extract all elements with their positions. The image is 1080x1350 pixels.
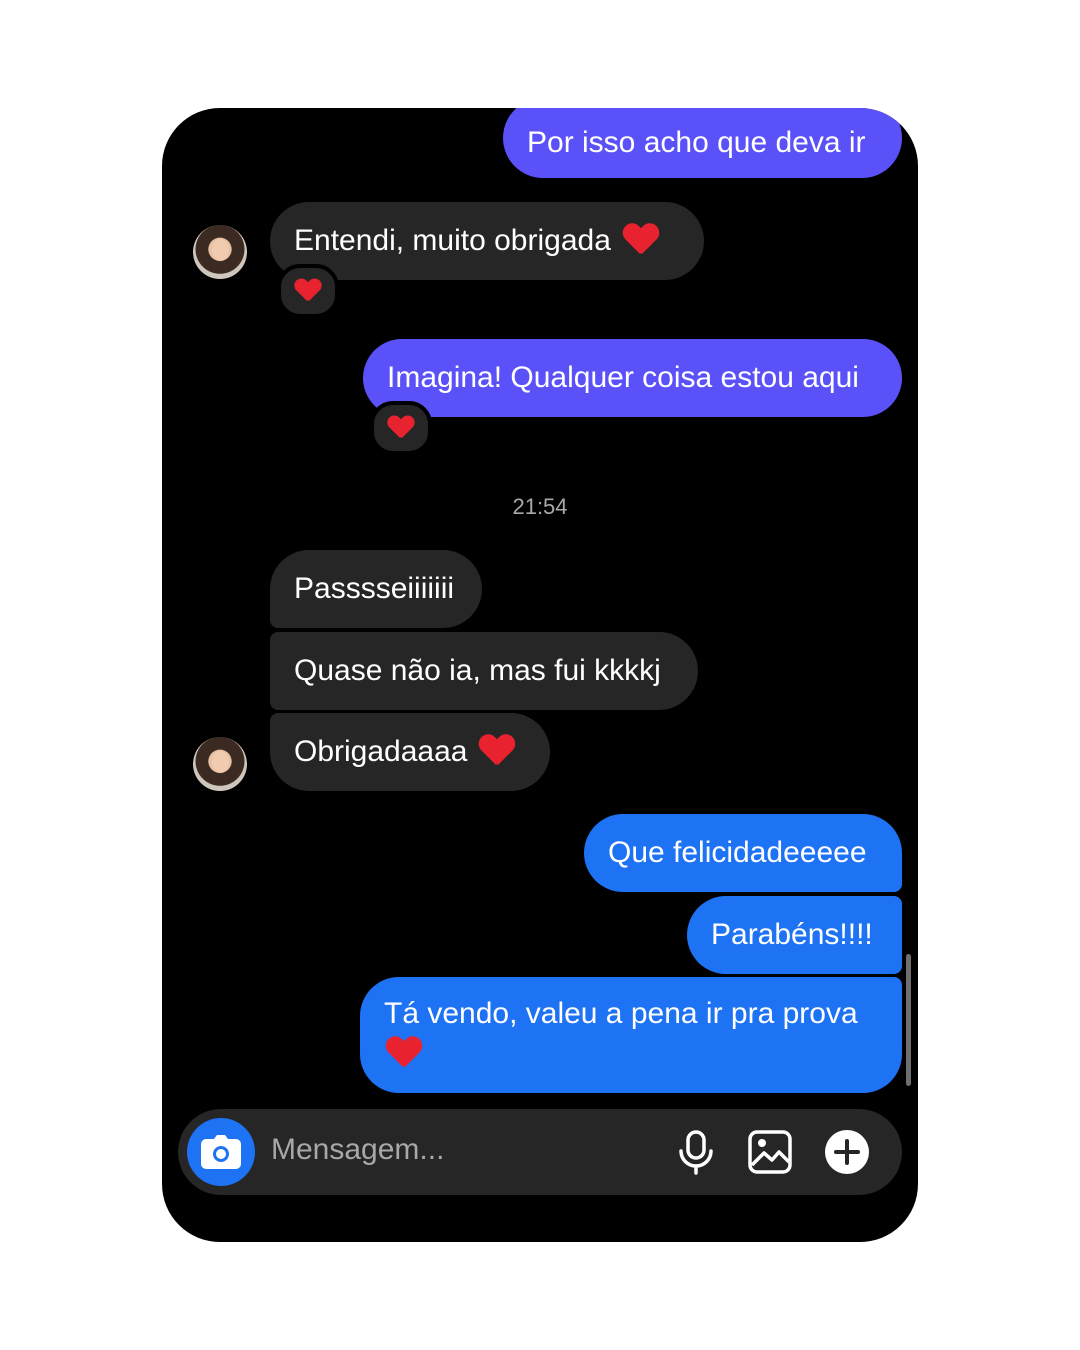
plus-icon[interactable]: [824, 1129, 870, 1175]
timestamp: 21:54: [512, 494, 568, 519]
message-text: Tá vendo, valeu a pena ir pra prova: [384, 997, 858, 1030]
avatar[interactable]: [193, 225, 247, 279]
message-bubble-outgoing[interactable]: Parabéns!!!!: [687, 896, 902, 974]
message-text: Imagina! Qualquer coisa estou aqui: [387, 361, 859, 394]
heart-reaction[interactable]: [277, 264, 339, 318]
message-text: Entendi, muito obrigada: [294, 224, 611, 257]
heart-icon: [388, 416, 414, 440]
camera-button[interactable]: [187, 1118, 255, 1186]
message-input[interactable]: Mensagem...: [271, 1133, 444, 1167]
camera-icon: [201, 1135, 241, 1169]
message-text: Quase não ia, mas fui kkkkj: [294, 654, 661, 687]
message-bubble-incoming[interactable]: Entendi, muito obrigada: [270, 202, 704, 280]
message-text: Passsseiiiiiii: [294, 572, 455, 605]
microphone-icon[interactable]: [673, 1129, 719, 1175]
message-bubble-outgoing[interactable]: Que felicidadeeeee: [584, 814, 902, 892]
chat-screen: Por isso acho que deva ir Entendi, muito…: [162, 108, 918, 1242]
heart-reaction[interactable]: [370, 401, 432, 455]
message-bubble-incoming[interactable]: Passsseiiiiiii: [270, 550, 482, 628]
message-bubble-outgoing[interactable]: Tá vendo, valeu a pena ir pra prova: [360, 977, 902, 1093]
scrollbar[interactable]: [906, 954, 911, 1086]
heart-icon: [295, 279, 321, 303]
message-bubble-incoming[interactable]: Quase não ia, mas fui kkkkj: [270, 632, 698, 710]
message-bubble-outgoing[interactable]: Imagina! Qualquer coisa estou aqui: [363, 339, 902, 417]
heart-emoji: [623, 224, 659, 258]
message-composer: Mensagem...: [178, 1109, 902, 1195]
message-text: Parabéns!!!!: [711, 918, 873, 951]
avatar[interactable]: [193, 737, 247, 791]
heart-emoji: [386, 1037, 422, 1071]
message-bubble-outgoing[interactable]: Por isso acho que deva ir: [503, 108, 902, 178]
message-text: Que felicidadeeeee: [608, 836, 867, 869]
gallery-icon[interactable]: [747, 1129, 793, 1175]
message-text: Por isso acho que deva ir: [527, 126, 866, 159]
message-bubble-incoming[interactable]: Obrigadaaaa: [270, 713, 550, 791]
heart-emoji: [479, 735, 515, 769]
message-text: Obrigadaaaa: [294, 735, 468, 768]
